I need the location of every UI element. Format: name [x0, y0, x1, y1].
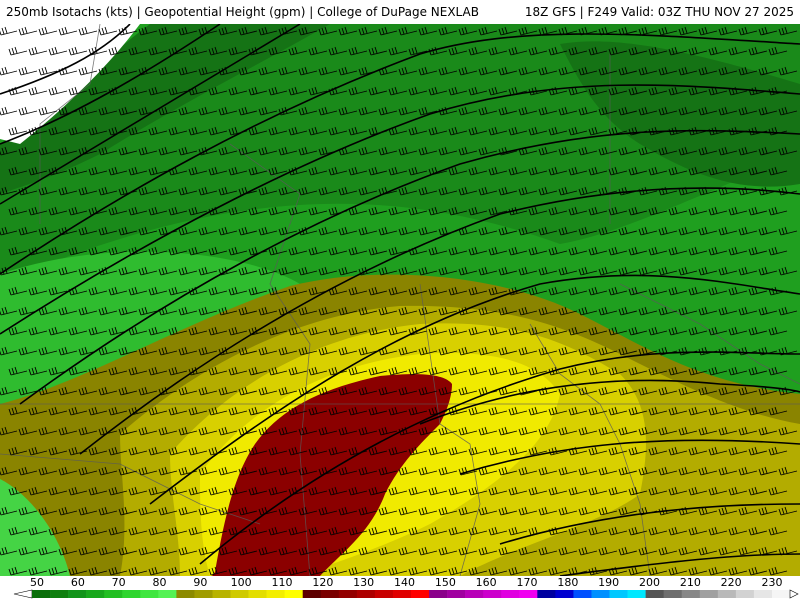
colorbar-swatch	[519, 590, 538, 598]
colorbar-swatch	[86, 590, 105, 598]
colorbar-swatch	[411, 590, 430, 598]
colorbar-label: 200	[639, 576, 660, 589]
colorbar-swatch	[302, 590, 322, 598]
colorbar-swatch	[50, 590, 69, 598]
colorbar-swatch	[212, 590, 231, 598]
colorbar-swatch	[338, 590, 358, 598]
colorbar-swatch	[374, 590, 394, 598]
colorbar-swatch	[248, 590, 267, 598]
colorbar-swatch	[645, 590, 664, 598]
colorbar-label: 80	[153, 576, 167, 589]
colorbar-swatch	[104, 590, 123, 598]
colorbar-swatches	[13, 589, 799, 599]
colorbar-swatch	[284, 590, 304, 598]
colorbar-label: 130	[353, 576, 374, 589]
colorbar-label: 140	[394, 576, 415, 589]
colorbar-label: 60	[71, 576, 85, 589]
colorbar-label: 160	[476, 576, 497, 589]
colorbar-swatch	[591, 590, 610, 598]
colorbar-label: 230	[762, 576, 783, 589]
colorbar-label: 50	[30, 576, 44, 589]
colorbar-label: 120	[312, 576, 333, 589]
colorbar-arrow-left	[13, 589, 33, 599]
colorbar-label: 90	[193, 576, 207, 589]
colorbar-swatch	[555, 590, 574, 598]
colorbar-swatch	[194, 590, 213, 598]
colorbar-swatch	[230, 590, 249, 598]
colorbar-swatch	[140, 590, 159, 598]
colorbar-swatch	[68, 590, 87, 598]
colorbar-swatch	[392, 590, 412, 598]
colorbar-swatch	[176, 590, 195, 598]
colorbar-swatch	[429, 590, 448, 598]
colorbar-swatch	[771, 590, 791, 598]
colorbar-swatch	[266, 590, 285, 598]
colorbar-label: 170	[517, 576, 538, 589]
colorbar-swatch	[447, 590, 466, 598]
colorbar-swatch	[537, 590, 556, 598]
colorbar-swatch	[609, 590, 628, 598]
colorbar-swatch	[663, 590, 683, 598]
colorbar-swatch	[158, 590, 177, 598]
colorbar-label: 70	[112, 576, 126, 589]
colorbar-swatch	[699, 590, 719, 598]
colorbar-swatch	[735, 590, 755, 598]
colorbar-swatch	[465, 590, 484, 598]
colorbar-swatch	[717, 590, 737, 598]
colorbar-swatch	[356, 590, 376, 598]
colorbar-labels: 50 60 70 80 90 100 110 120 130 140 150 160 170 180 190…	[30, 576, 783, 589]
colorbar-swatch	[681, 590, 701, 598]
colorbar-swatch	[320, 590, 340, 598]
header: 250mb Isotachs (kts) | Geopotential Heig…	[0, 0, 800, 24]
colorbar-label: 180	[557, 576, 578, 589]
colorbar-swatch	[122, 590, 141, 598]
colorbar-swatch	[483, 590, 502, 598]
colorbar-label: 190	[598, 576, 619, 589]
colorbar-swatch	[753, 590, 773, 598]
colorbar-swatch	[32, 590, 51, 598]
colorbar-label: 110	[272, 576, 293, 589]
colorbar-swatch	[627, 590, 646, 598]
colorbar-arrow-right	[789, 589, 799, 599]
colorbar-swatch	[501, 590, 520, 598]
colorbar-label: 100	[231, 576, 252, 589]
weather-map	[0, 24, 800, 576]
colorbar-label: 210	[680, 576, 701, 589]
map-title: 250mb Isotachs (kts) | Geopotential Heig…	[6, 5, 479, 19]
colorbar-label: 220	[721, 576, 742, 589]
colorbar-label: 150	[435, 576, 456, 589]
isotach-colorbar: 50 60 70 80 90 100 110 120 130 140 150 160 170 180 190…	[0, 576, 800, 600]
colorbar-swatch	[573, 590, 592, 598]
model-run-info: 18Z GFS | F249 Valid: 03Z THU NOV 27 202…	[524, 5, 794, 19]
